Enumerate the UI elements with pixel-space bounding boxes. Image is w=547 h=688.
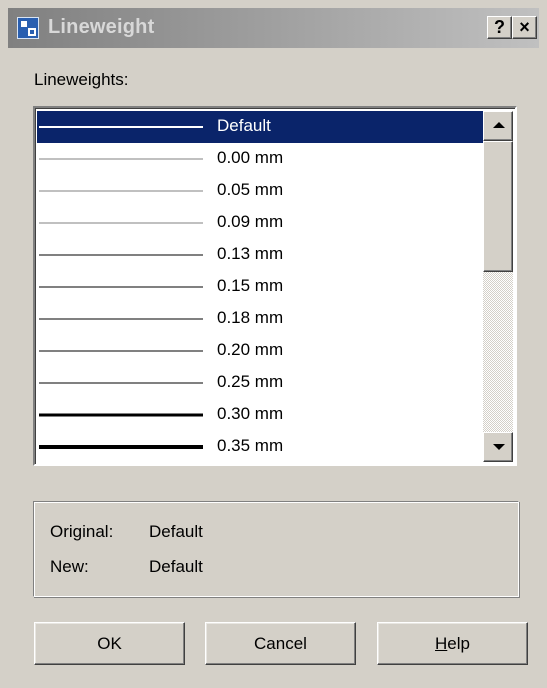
cancel-button[interactable]: Cancel [205,622,356,665]
list-item[interactable]: 0.00 mm [37,143,483,175]
help-button[interactable]: Help [377,622,528,665]
original-label: Original: [50,522,114,541]
lineweight-item-label: 0.05 mm [217,180,284,199]
new-label: New: [50,557,89,576]
scrollbar-thumb[interactable] [483,141,513,272]
lineweight-sample-line [39,126,203,128]
list-item[interactable]: Default [37,111,483,143]
lineweight-sample-line [39,190,203,192]
close-button[interactable]: × [512,16,537,39]
ok-button[interactable]: OK [34,622,185,665]
new-row: New: Default [50,557,203,577]
app-icon [17,17,39,39]
new-value: Default [149,557,203,576]
help-accelerator: H [435,634,448,653]
scroll-down-button[interactable] [483,432,513,462]
lineweight-item-label: 0.30 mm [217,404,284,423]
lineweight-sample-line [39,382,203,384]
scroll-up-button[interactable] [483,111,513,141]
list-item[interactable]: 0.25 mm [37,367,483,399]
lineweight-sample-line [39,318,203,320]
lineweight-item-label: 0.35 mm [217,436,284,455]
lineweight-item-label: 0.09 mm [217,212,284,231]
lineweight-item-label: 0.15 mm [217,276,284,295]
list-item[interactable]: 0.30 mm [37,399,483,431]
lineweight-sample-line [39,286,203,288]
list-item[interactable]: 0.20 mm [37,335,483,367]
vertical-scrollbar[interactable] [483,111,513,462]
lineweight-sample-line [39,413,203,417]
lineweight-sample-line [39,222,203,224]
scroll-up-arrow-icon [493,122,505,128]
lineweight-sample-line [39,158,203,160]
lineweight-sample-line [39,445,203,449]
lineweight-item-label: 0.00 mm [217,148,284,167]
lineweight-item-label: 0.20 mm [217,340,284,359]
lineweight-sample-line [39,350,203,352]
window-title: Lineweight [48,16,155,38]
title-bar[interactable]: Lineweight ? × [8,8,539,48]
list-item[interactable]: 0.09 mm [37,207,483,239]
lineweight-item-label: 0.13 mm [217,244,284,263]
lineweight-item-label: Default [217,116,271,135]
original-row: Original: Default [50,522,203,542]
lineweight-item-label: 0.25 mm [217,372,284,391]
lineweights-list: Default 0.00 mm 0.05 mm 0.09 mm 0.13 mm 0.15 … [37,111,483,462]
lineweight-dialog: Lineweight ? × Lineweights: Default 0.00 … [0,0,547,688]
help-button-label: elp [447,634,470,653]
list-item[interactable]: 0.15 mm [37,271,483,303]
list-item[interactable]: 0.18 mm [37,303,483,335]
context-help-button[interactable]: ? [487,16,512,39]
lineweight-item-label: 0.18 mm [217,308,284,327]
lineweights-listbox[interactable]: Default 0.00 mm 0.05 mm 0.09 mm 0.13 mm 0.15 … [33,106,517,466]
list-item[interactable]: 0.13 mm [37,239,483,271]
lineweight-sample-line [39,254,203,256]
scroll-down-arrow-icon [493,444,505,450]
lineweights-label: Lineweights: [34,70,129,89]
list-item[interactable]: 0.05 mm [37,175,483,207]
original-value: Default [149,522,203,541]
list-item[interactable]: 0.35 mm [37,431,483,462]
lineweight-info-group: Original: Default New: Default [33,501,519,597]
